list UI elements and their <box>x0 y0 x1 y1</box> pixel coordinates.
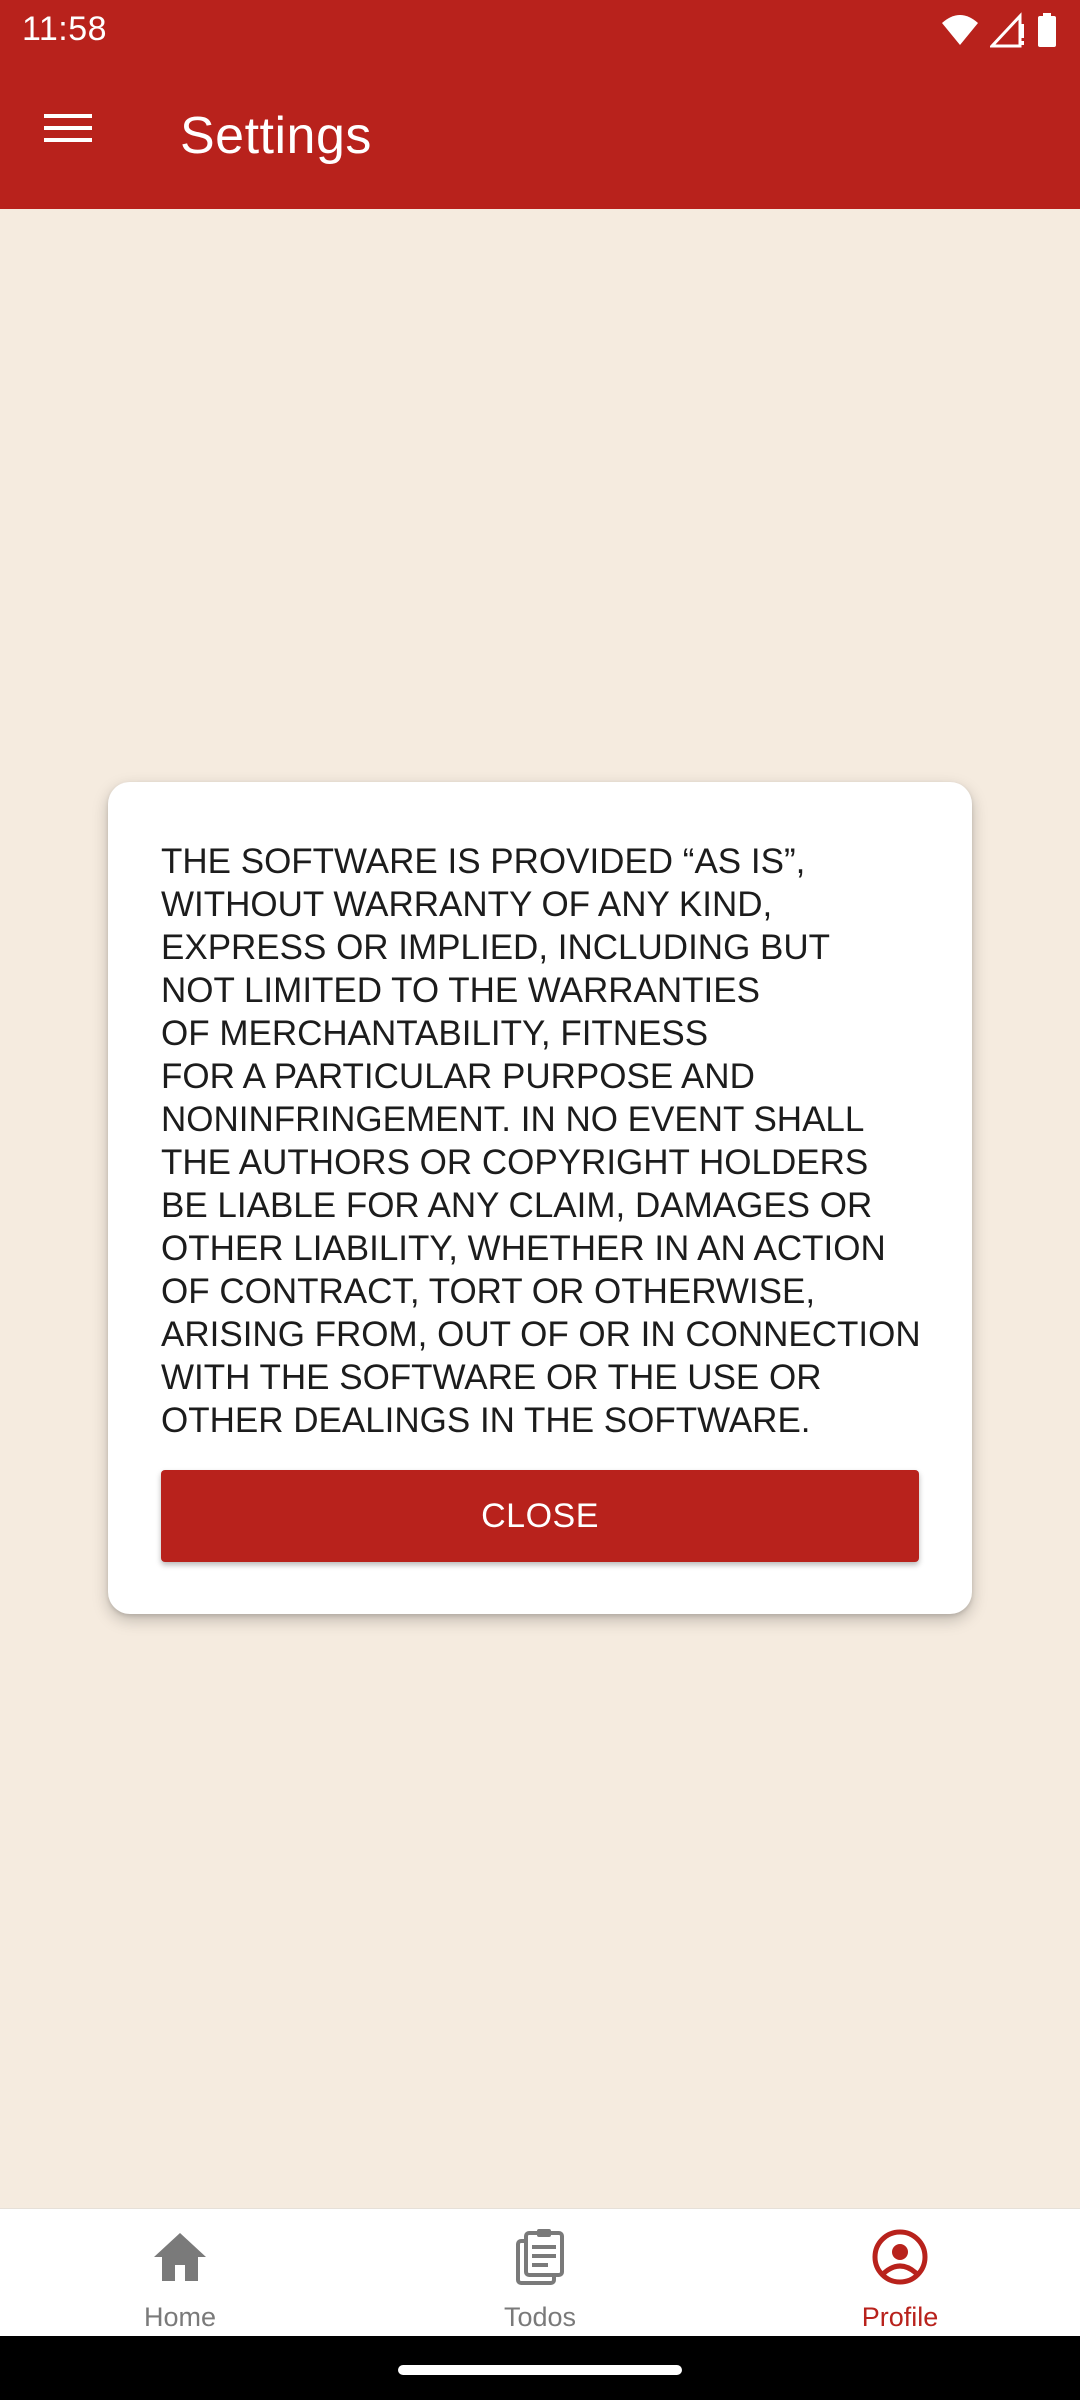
nav-label-profile: Profile <box>861 2302 939 2332</box>
nav-label-home: Home <box>143 2302 217 2332</box>
battery-icon <box>1038 13 1056 47</box>
hamburger-icon-bar <box>44 126 92 130</box>
gesture-bar <box>0 2336 1080 2400</box>
bottom-navigation: Home Todos Profile <box>0 2208 1080 2337</box>
app-bar: Settings <box>0 64 1080 209</box>
wifi-icon <box>942 15 978 45</box>
home-gesture-pill[interactable] <box>398 2365 682 2375</box>
close-button[interactable]: CLOSE <box>161 1470 919 1562</box>
home-icon <box>154 2233 206 2281</box>
cellular-signal-icon <box>990 12 1024 48</box>
clipboard-icon <box>516 2229 564 2285</box>
status-bar: 11:58 <box>0 0 1080 64</box>
nav-label-todos: Todos <box>503 2302 577 2332</box>
page-title: Settings <box>180 107 372 165</box>
status-icons <box>940 12 1058 48</box>
license-text: THE SOFTWARE IS PROVIDED “AS IS”, WITHOU… <box>161 842 921 1440</box>
status-time: 11:58 <box>22 10 108 48</box>
menu-button[interactable] <box>38 106 98 166</box>
nav-item-profile[interactable]: Profile <box>720 2209 1080 2337</box>
hamburger-icon-bar <box>44 138 92 142</box>
hamburger-icon-bar <box>44 114 92 118</box>
nav-item-home[interactable]: Home <box>0 2209 360 2337</box>
nav-item-todos[interactable]: Todos <box>360 2209 720 2337</box>
account-circle-icon <box>872 2229 928 2285</box>
license-dialog: THE SOFTWARE IS PROVIDED “AS IS”, WITHOU… <box>108 782 972 1614</box>
